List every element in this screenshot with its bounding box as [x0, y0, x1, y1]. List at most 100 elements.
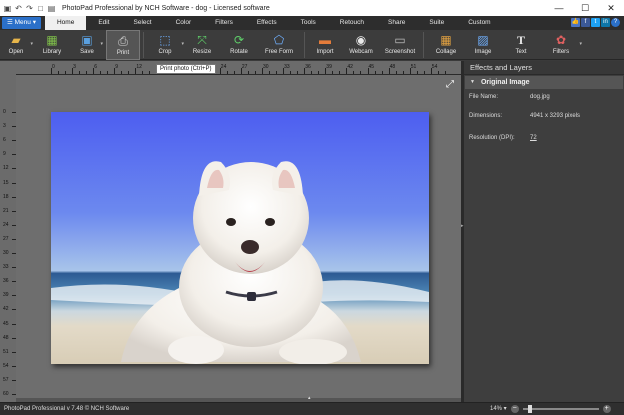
- ruler-tick: [346, 68, 348, 74]
- screenshot-button[interactable]: ▭ Screenshot: [380, 30, 420, 60]
- facebook-icon[interactable]: f: [581, 18, 590, 27]
- tab-tools[interactable]: Tools: [289, 16, 328, 30]
- resize-button[interactable]: ⤧ Resize: [183, 30, 221, 60]
- rotate-button[interactable]: ⟳ Rotate: [221, 30, 257, 60]
- tab-color[interactable]: Color: [164, 16, 204, 30]
- ruler-tick: [409, 68, 411, 74]
- tab-suite[interactable]: Suite: [417, 16, 456, 30]
- tab-filters[interactable]: Filters: [203, 16, 245, 30]
- import-button[interactable]: ▬ Import: [308, 30, 342, 60]
- zoom-in-icon[interactable]: +: [602, 405, 611, 413]
- ruler-tick: [135, 68, 137, 74]
- help-icon[interactable]: ?: [611, 18, 620, 27]
- tab-select[interactable]: Select: [122, 16, 164, 30]
- image-canvas[interactable]: ⤢: [16, 75, 461, 398]
- twitter-icon[interactable]: t: [591, 18, 600, 27]
- ruler-tick: [79, 71, 81, 74]
- save-button[interactable]: ▣ Save ▾: [72, 30, 103, 60]
- maximize-button[interactable]: ☐: [572, 0, 598, 16]
- image-button[interactable]: ▨ Image: [465, 30, 501, 60]
- webcam-button[interactable]: ◉ Webcam: [342, 30, 380, 60]
- folder-icon: ▰: [11, 33, 21, 47]
- ruler-left-label: 3: [3, 123, 6, 130]
- ruler-tick: [240, 68, 242, 74]
- collapse-up-icon[interactable]: ▴: [308, 395, 311, 401]
- open-button[interactable]: ▰ Open ▾: [0, 30, 33, 60]
- ruler-tick: [114, 68, 116, 74]
- ruler-left-label: 15: [3, 179, 9, 186]
- redo-icon[interactable]: ↷: [25, 4, 34, 13]
- ruler-tick: [290, 71, 292, 74]
- version-text: PhotoPad Professional v 7.48 © NCH Softw…: [4, 406, 130, 412]
- ruler-left-label: 54: [3, 362, 9, 369]
- zoom-level[interactable]: 14% ▾: [490, 403, 507, 415]
- rotate-icon: ⟳: [233, 33, 245, 47]
- zoom-slider[interactable]: [522, 405, 599, 413]
- ruler-tick: [51, 68, 52, 74]
- ruler-left-label: 60: [3, 391, 9, 397]
- photo-dog[interactable]: [51, 112, 429, 364]
- text-button[interactable]: T Text: [501, 30, 541, 60]
- linkedin-icon[interactable]: in: [601, 18, 610, 27]
- undo-icon[interactable]: ↶: [14, 4, 23, 13]
- ruler-left-label: 48: [3, 334, 9, 341]
- ruler-left-label: 6: [3, 137, 6, 144]
- ruler-top-label: 45: [368, 64, 375, 70]
- ruler-tick: [262, 68, 263, 74]
- ruler-left-label: 33: [3, 264, 9, 271]
- ruler-tick: [276, 71, 278, 74]
- ruler-left-label: 21: [3, 207, 9, 214]
- tab-retouch[interactable]: Retouch: [328, 16, 376, 30]
- collage-button[interactable]: ▦ Collage: [427, 30, 465, 60]
- ruler-tick: [149, 71, 151, 74]
- quick-access-toolbar: ▣ ↶ ↷ □ ▤: [0, 4, 56, 13]
- library-button[interactable]: ▦ Library: [32, 30, 72, 60]
- ruler-tick: [416, 71, 418, 74]
- file-name-row: File Name: dog.jpg: [469, 94, 550, 100]
- ruler-tick: [269, 71, 271, 74]
- ruler-left-label: 36: [3, 278, 9, 285]
- print-button[interactable]: ⎙ Print: [106, 30, 140, 60]
- tab-effects[interactable]: Effects: [245, 16, 289, 30]
- library-icon: ▦: [46, 33, 58, 47]
- like-icon[interactable]: 👍: [571, 18, 580, 27]
- ruler-top-label: 0: [52, 64, 55, 70]
- free-form-icon: ⬠: [273, 33, 285, 47]
- ruler-left-label: 45: [3, 320, 9, 327]
- resolution-value[interactable]: 72: [530, 135, 537, 141]
- ruler-left-label: 12: [3, 165, 9, 172]
- free-form-button[interactable]: ⬠ Free Form: [257, 30, 301, 60]
- tab-custom[interactable]: Custom: [456, 16, 502, 30]
- zoom-slider-thumb[interactable]: [527, 405, 532, 413]
- filters-button[interactable]: ✿ Filters ▾: [541, 30, 582, 60]
- close-button[interactable]: ✕: [598, 0, 624, 16]
- social-icons: 👍 f t in ?: [571, 18, 620, 27]
- crop-icon: ⬚: [159, 33, 171, 47]
- collage-icon: ▦: [440, 33, 452, 47]
- ruler-tick: [283, 68, 285, 74]
- new-file-icon[interactable]: □: [36, 4, 45, 13]
- tab-edit[interactable]: Edit: [86, 16, 121, 30]
- ruler-tick: [233, 71, 235, 74]
- home-toolbar: ▰ Open ▾ ▦ Library ▣ Save ▾ ⎙ Print ⬚ Cr…: [0, 30, 624, 60]
- print-tooltip: Print photo (Ctrl+P): [156, 64, 216, 74]
- minimize-button[interactable]: —: [546, 0, 572, 16]
- tab-share[interactable]: Share: [376, 16, 417, 30]
- original-image-section[interactable]: ▼ Original Image: [465, 76, 623, 89]
- fullscreen-icon[interactable]: ⤢: [445, 80, 455, 90]
- ruler-tick: [72, 68, 74, 74]
- open-file-icon[interactable]: ▤: [47, 4, 56, 13]
- ruler-tick: [65, 71, 67, 74]
- ruler-tick: [311, 71, 313, 74]
- crop-button[interactable]: ⬚ Crop ▾: [147, 30, 184, 60]
- zoom-out-icon[interactable]: −: [510, 405, 519, 413]
- tab-home[interactable]: Home: [44, 16, 87, 30]
- window-title: PhotoPad Professional by NCH Software - …: [62, 4, 270, 12]
- menu-button[interactable]: ☰ Menu ▾: [2, 17, 41, 29]
- ruler-tick: [437, 71, 439, 74]
- webcam-icon: ◉: [355, 33, 367, 47]
- dimensions-row: Dimensions: 4941 x 3293 pixels: [469, 113, 581, 119]
- ruler-tick: [93, 68, 95, 74]
- ruler-tick: [402, 71, 404, 74]
- ruler-top-label: 48: [389, 64, 396, 70]
